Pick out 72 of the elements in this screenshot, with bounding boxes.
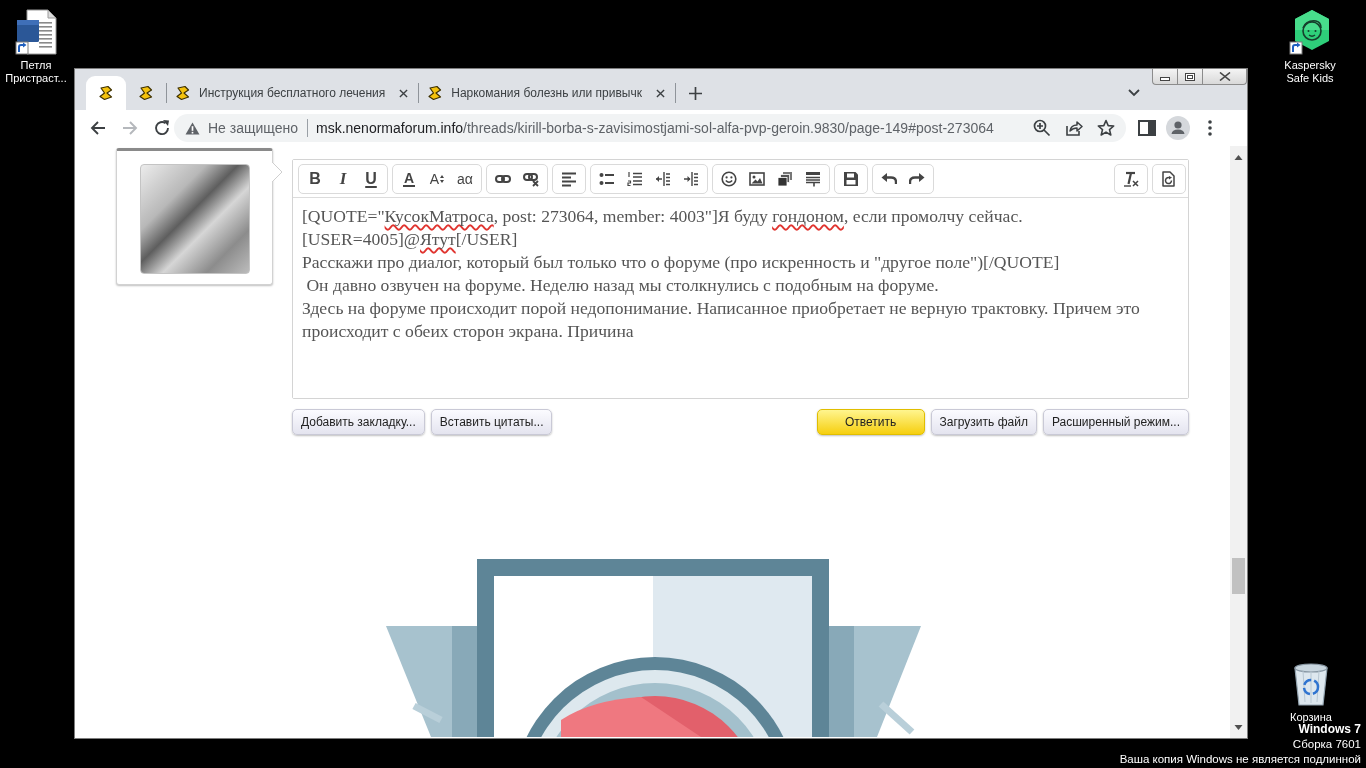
restore-icon <box>1185 72 1195 81</box>
minimize-button[interactable] <box>1152 69 1177 85</box>
document-shortcut-icon[interactable] <box>14 9 58 55</box>
url-text[interactable]: msk.nenormaforum.info/threads/kirill-borba-s-zavisimostjami-sol-alfa-pvp-geroin.9830/page-149#post-273064 <box>316 120 994 136</box>
message-text: Расскажи про диалог, который был только что о форуме (про искренность и "другое поле")[/QUOTE] <box>302 251 1061 274</box>
reload-icon[interactable] <box>152 118 172 138</box>
italic-button[interactable]: I <box>329 164 357 193</box>
share-icon[interactable] <box>1065 119 1083 137</box>
message-text: [USER=4005]@Ятут[/USER] <box>302 228 519 251</box>
windows-build-text: Сборка 7601 <box>1292 737 1361 752</box>
browser-tab[interactable]: Инструкция бесплатного лечения <box>167 76 419 110</box>
numbered-list-icon[interactable] <box>627 170 643 187</box>
insert-quotes-button[interactable]: Вставить цитаты... <box>430 409 553 435</box>
site-logo-icon <box>138 85 154 101</box>
hexagon-face-shortcut-icon[interactable] <box>1288 9 1332 55</box>
zoom-in-icon[interactable] <box>1033 119 1051 137</box>
maximize-button[interactable] <box>1177 69 1202 85</box>
scroll-up-icon[interactable] <box>1234 155 1243 160</box>
bullet-list-icon[interactable] <box>599 170 615 187</box>
close-icon[interactable] <box>399 88 409 98</box>
plus-icon[interactable] <box>688 87 702 100</box>
genuine-warning-text: Ваша копия Windows не является подлинной <box>1119 752 1361 767</box>
desktop-icon-label[interactable]: Петля Пристраст... <box>0 59 72 85</box>
size-arrows-icon <box>440 174 445 183</box>
browser-tab[interactable] <box>86 76 126 110</box>
outdent-icon[interactable] <box>655 170 671 187</box>
upload-file-button[interactable]: Загрузить файл <box>930 409 1037 435</box>
font-size-button[interactable]: A <box>423 164 451 193</box>
browser-tab[interactable]: Наркомания болезнь или привычк <box>419 76 675 110</box>
scrollbar-thumb[interactable] <box>1232 558 1245 594</box>
page-refresh-icon[interactable] <box>1161 170 1177 187</box>
align-left-icon[interactable] <box>561 170 577 187</box>
star-icon[interactable] <box>1097 119 1115 137</box>
close-window-button[interactable] <box>1202 69 1247 85</box>
underline-button[interactable]: U <box>357 164 385 193</box>
warning-icon[interactable] <box>185 121 200 135</box>
site-logo-icon <box>175 85 191 101</box>
smiley-icon[interactable] <box>721 170 737 187</box>
security-status-text[interactable]: Не защищено <box>208 120 298 136</box>
message-text: Он давно озвучен на форуме. Неделю назад мы столкнулись с подобным на форуме. <box>305 274 940 297</box>
site-logo-icon <box>98 85 114 101</box>
scrollbar-track[interactable] <box>1230 146 1247 738</box>
close-icon <box>1218 72 1231 81</box>
font-color-button[interactable]: A <box>395 164 423 193</box>
scroll-down-icon[interactable] <box>1234 725 1243 730</box>
desktop-icon-label[interactable]: Корзина <box>1275 711 1347 724</box>
stacked-images-icon[interactable] <box>777 170 793 187</box>
clear-format-icon[interactable] <box>1123 170 1139 187</box>
image-icon[interactable] <box>749 170 765 187</box>
message-text: [QUOTE="КусокМатроса, post: 273064, member: 4003"]Я буду гондоном, если промолчу сейчас. <box>302 205 1024 228</box>
font-family-button[interactable]: aα <box>451 164 479 193</box>
desktop-icon-label[interactable]: Kaspersky Safe Kids <box>1274 59 1346 85</box>
site-logo-icon <box>427 85 444 101</box>
profile-icon[interactable] <box>1166 116 1190 140</box>
minimize-icon <box>1160 76 1170 81</box>
redo-arrow-icon[interactable] <box>909 170 925 187</box>
undo-arrow-icon[interactable] <box>881 170 897 187</box>
document-lines-icon[interactable] <box>805 170 821 187</box>
menu-icon[interactable] <box>1208 120 1212 136</box>
advanced-mode-button[interactable]: Расширенный режим... <box>1042 409 1189 435</box>
indent-icon[interactable] <box>683 170 699 187</box>
add-bookmark-button[interactable]: Добавить закладку... <box>292 409 425 435</box>
side-panel-icon[interactable] <box>1138 120 1156 136</box>
bold-button[interactable]: B <box>301 164 329 193</box>
reply-button[interactable]: Ответить <box>816 409 925 435</box>
avatar-photo-placeholder[interactable] <box>139 164 250 274</box>
unlink-icon[interactable] <box>523 170 539 187</box>
windows-edition-text: Windows 7 <box>1298 722 1361 737</box>
message-text: Здесь на форуме происходит порой недопонимание. Написанное приобретает не верную трактовку. Причем это происходит с обеих сторон экрана. Причина <box>302 297 1141 343</box>
address-bar[interactable]: Не защищено msk.nenormaforum.info/threads/kirill-borba-s-zavisimostjami-sol-alfa-pvp-geroin.9830/page-149#post-273064 <box>174 114 1126 142</box>
close-icon[interactable] <box>655 88 665 98</box>
chevron-down-icon[interactable] <box>1128 89 1140 97</box>
